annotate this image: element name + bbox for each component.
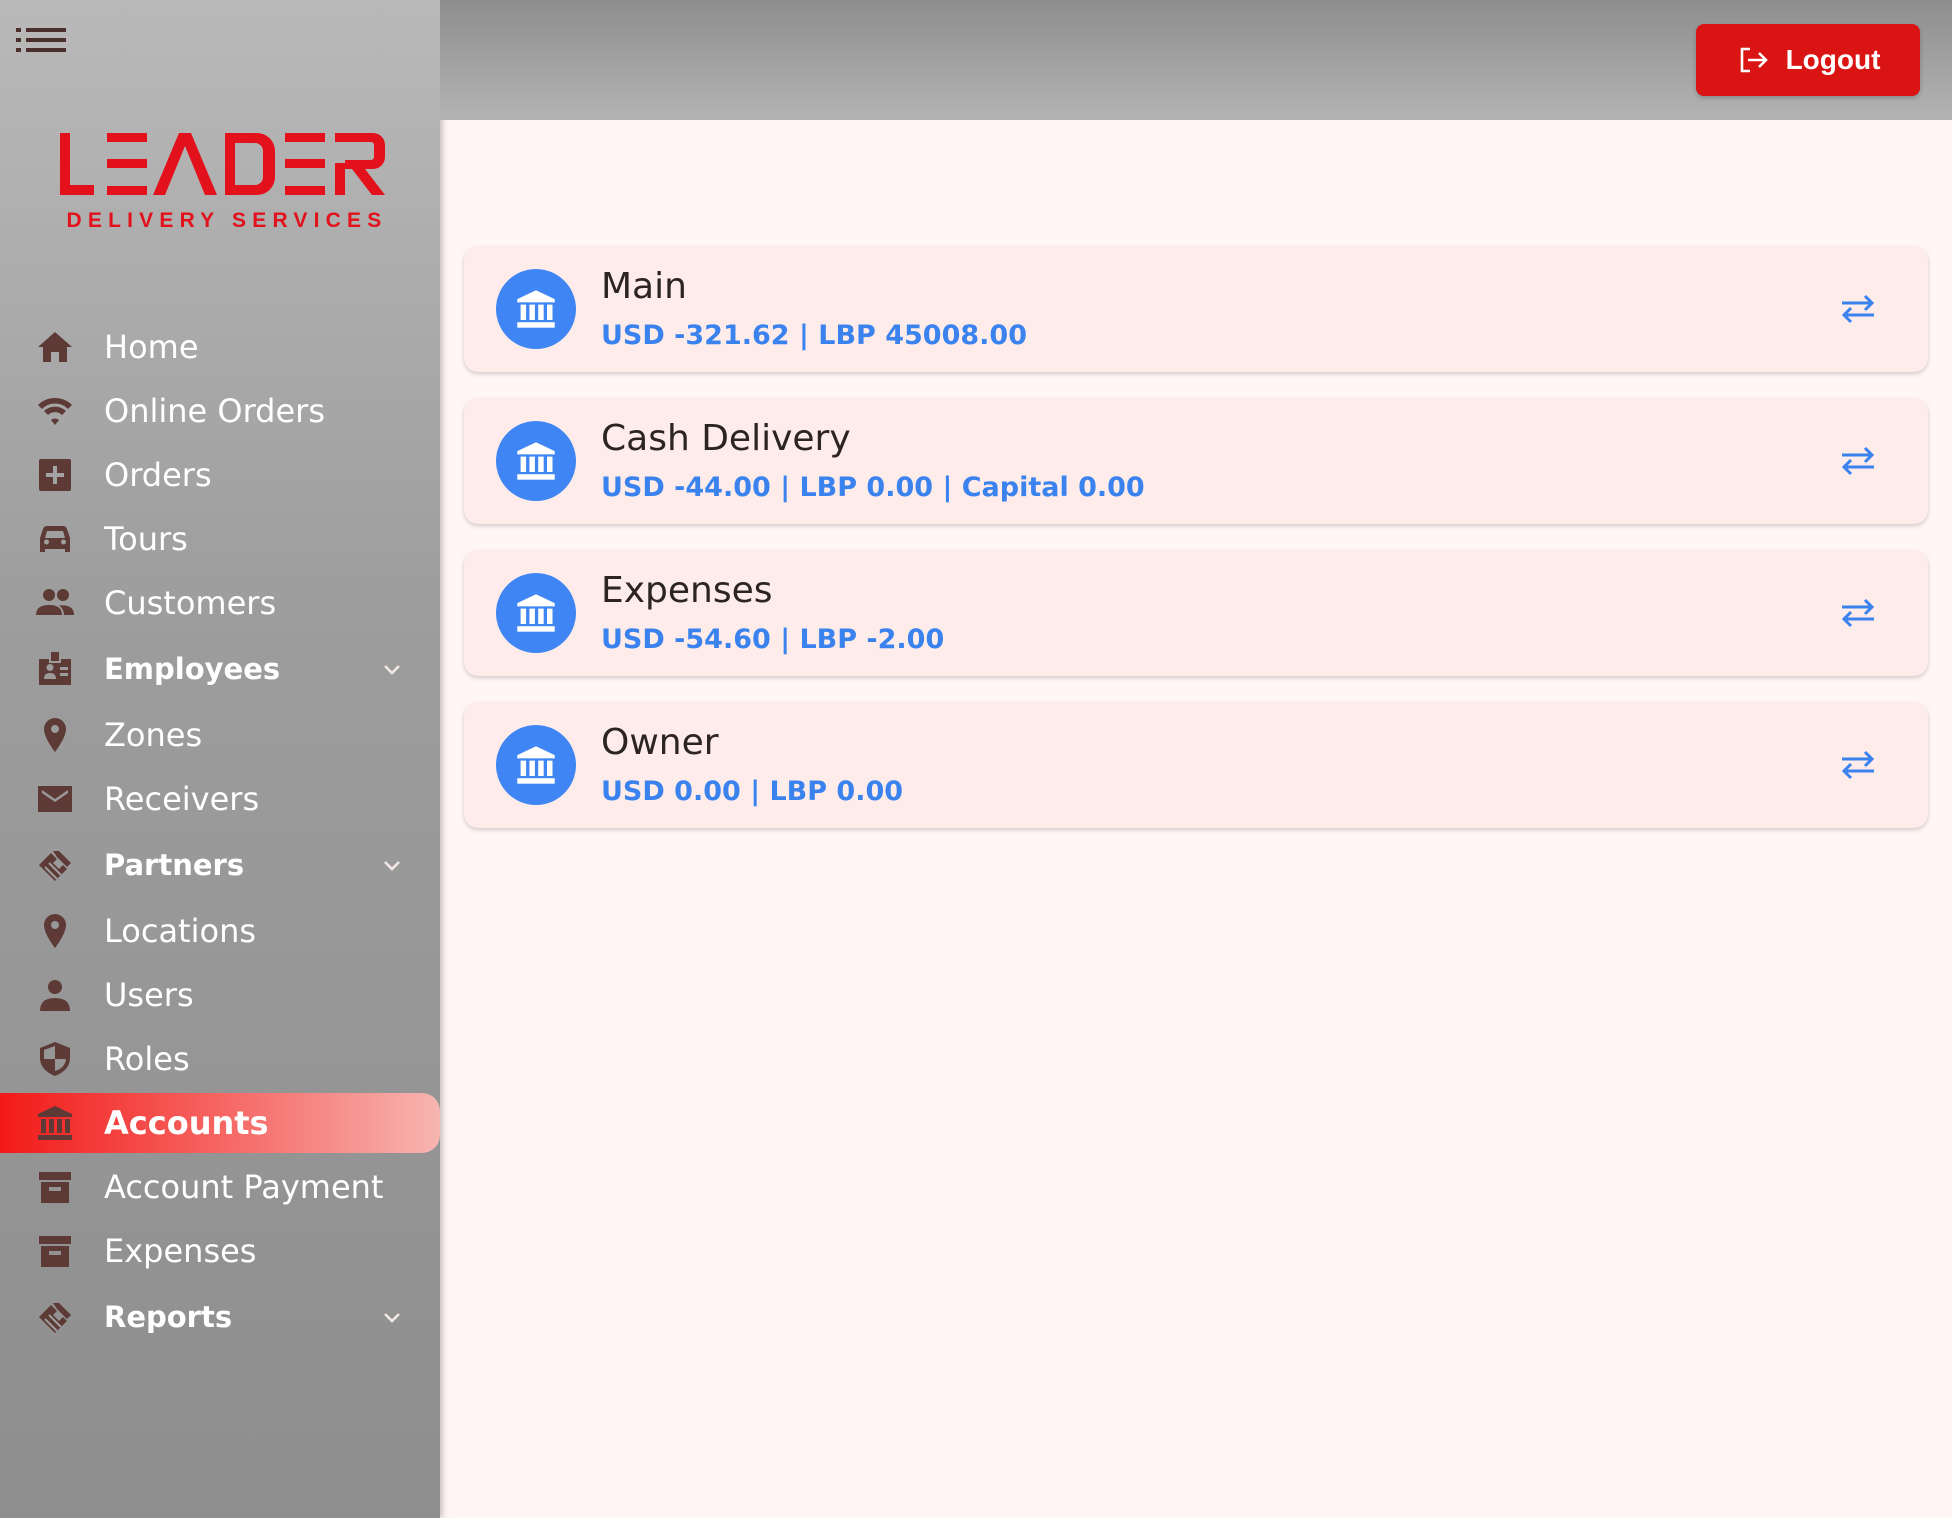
sidebar-item-label: Receivers	[104, 780, 260, 818]
sidebar-item-label: Tours	[104, 520, 188, 558]
bank-icon	[34, 1102, 76, 1144]
sidebar-item-roles[interactable]: Roles	[0, 1027, 440, 1091]
sidebar: DELIVERY SERVICES Home Online Orders Order…	[0, 0, 440, 1518]
shield-icon	[34, 1038, 76, 1080]
sidebar-item-label: Orders	[104, 456, 212, 494]
sidebar-item-zones[interactable]: Zones	[0, 703, 440, 767]
mail-icon	[34, 778, 76, 820]
chevron-down-icon[interactable]	[380, 853, 404, 877]
sidebar-item-label: Online Orders	[104, 392, 325, 430]
sidebar-item-tours[interactable]: Tours	[0, 507, 440, 571]
sidebar-item-label: Home	[104, 328, 199, 366]
account-card[interactable]: Expenses USD -54.60 | LBP -2.00	[464, 550, 1928, 676]
menu-list-icon[interactable]	[16, 26, 66, 58]
top-bar: Logout	[440, 0, 1952, 120]
transfer-icon[interactable]	[1838, 595, 1878, 631]
bank-icon	[496, 725, 576, 805]
accounts-list: Main USD -321.62 | LBP 45008.00 Cash Deliv…	[464, 246, 1928, 854]
account-name: Expenses	[601, 570, 773, 611]
sidebar-item-label: Zones	[104, 716, 203, 754]
sidebar-item-label: Accounts	[104, 1104, 269, 1142]
plus-box-icon	[34, 454, 76, 496]
sidebar-item-partners[interactable]: Partners	[0, 831, 440, 899]
sidebar-item-online-orders[interactable]: Online Orders	[0, 379, 440, 443]
account-card[interactable]: Owner USD 0.00 | LBP 0.00	[464, 702, 1928, 828]
sidebar-nav: Home Online Orders Orders Tours Customers Emp…	[0, 315, 440, 1351]
sidebar-item-employees[interactable]: Employees	[0, 635, 440, 703]
bank-icon	[496, 269, 576, 349]
transfer-icon[interactable]	[1838, 291, 1878, 327]
sidebar-item-locations[interactable]: Locations	[0, 899, 440, 963]
account-card[interactable]: Main USD -321.62 | LBP 45008.00	[464, 246, 1928, 372]
handshake-icon	[34, 844, 76, 886]
sidebar-item-label: Roles	[104, 1040, 190, 1078]
transfer-icon[interactable]	[1838, 747, 1878, 783]
person-icon	[34, 974, 76, 1016]
sidebar-item-label: Expenses	[104, 1232, 257, 1270]
account-balance: USD 0.00 | LBP 0.00	[601, 776, 904, 807]
sidebar-item-users[interactable]: Users	[0, 963, 440, 1027]
bank-icon	[496, 573, 576, 653]
wifi-icon	[34, 390, 76, 432]
sidebar-item-label: Reports	[104, 1300, 233, 1334]
logout-label: Logout	[1785, 44, 1881, 75]
chevron-down-icon[interactable]	[380, 1305, 404, 1329]
account-balance: USD -321.62 | LBP 45008.00	[601, 320, 1027, 351]
sidebar-item-label: Partners	[104, 848, 245, 882]
archive-icon	[34, 1166, 76, 1208]
account-balance: USD -54.60 | LBP -2.00	[601, 624, 945, 655]
account-name: Cash Delivery	[601, 418, 851, 459]
pin-icon	[34, 714, 76, 756]
people-icon	[34, 582, 76, 624]
sidebar-item-accounts[interactable]: Accounts	[0, 1093, 440, 1153]
sidebar-item-expenses[interactable]: Expenses	[0, 1219, 440, 1283]
transfer-icon[interactable]	[1838, 443, 1878, 479]
sidebar-item-label: Employees	[104, 652, 281, 686]
sidebar-item-customers[interactable]: Customers	[0, 571, 440, 635]
badge-icon	[34, 648, 76, 690]
handshake-icon	[34, 1296, 76, 1338]
sidebar-item-label: Account Payment	[104, 1168, 384, 1206]
sidebar-item-label: Users	[104, 976, 194, 1014]
home-icon	[34, 326, 76, 368]
sidebar-item-reports[interactable]: Reports	[0, 1283, 440, 1351]
pin-icon	[34, 910, 76, 952]
account-name: Main	[601, 266, 687, 307]
brand-logo: DELIVERY SERVICES	[60, 133, 388, 232]
sidebar-item-orders[interactable]: Orders	[0, 443, 440, 507]
account-card[interactable]: Cash Delivery USD -44.00 | LBP 0.00 | Cap…	[464, 398, 1928, 524]
chevron-down-icon[interactable]	[380, 657, 404, 681]
account-name: Owner	[601, 722, 719, 763]
logout-icon	[1740, 47, 1768, 73]
sidebar-item-home[interactable]: Home	[0, 315, 440, 379]
bank-icon	[496, 421, 576, 501]
sidebar-item-account-payment[interactable]: Account Payment	[0, 1155, 440, 1219]
archive-icon	[34, 1230, 76, 1272]
sidebar-item-label: Locations	[104, 912, 257, 950]
account-balance: USD -44.00 | LBP 0.00 | Capital 0.00	[601, 472, 1145, 503]
brand-tagline: DELIVERY SERVICES	[67, 209, 388, 232]
sidebar-item-receivers[interactable]: Receivers	[0, 767, 440, 831]
car-icon	[34, 518, 76, 560]
sidebar-item-label: Customers	[104, 584, 277, 622]
logout-button[interactable]: Logout	[1696, 24, 1920, 96]
